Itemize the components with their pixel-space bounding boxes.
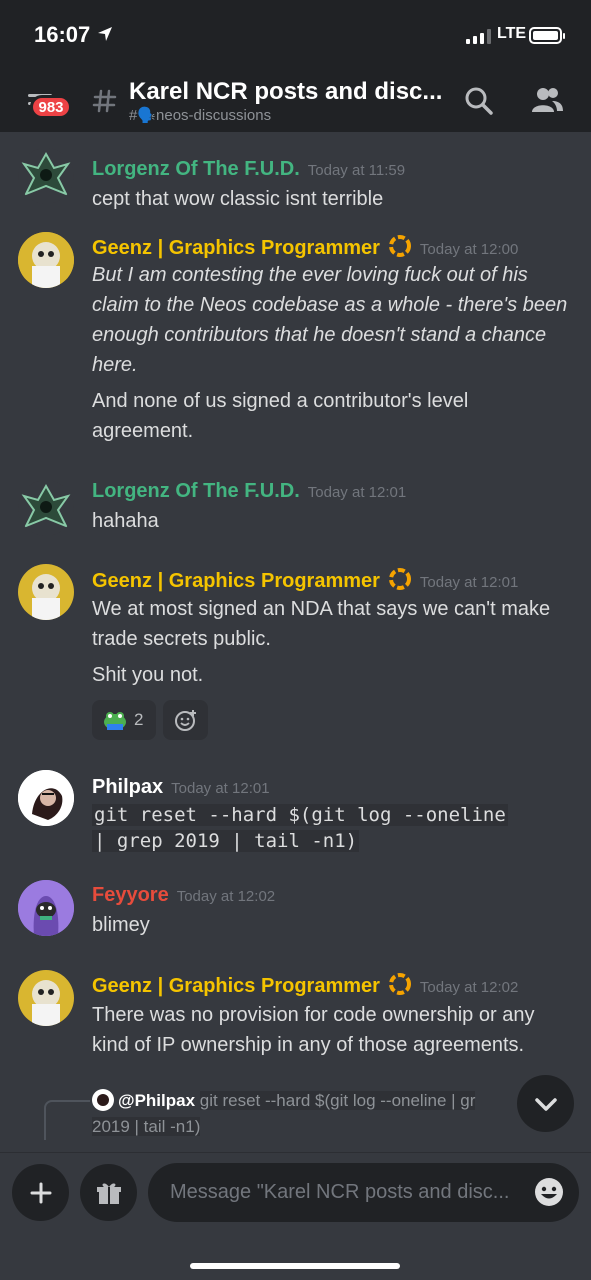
gift-icon bbox=[96, 1183, 121, 1204]
network-label: LTE bbox=[497, 25, 527, 42]
reply-preview[interactable]: @Philpax git reset --hard $(git log --on… bbox=[92, 1088, 552, 1140]
role-icon bbox=[388, 235, 411, 257]
search-icon[interactable] bbox=[462, 84, 496, 118]
reply-text: git reset --hard $(git log --oneline | g… bbox=[199, 1091, 476, 1110]
battery-icon bbox=[529, 27, 565, 44]
message-author[interactable]: Philpax Today at 12:01 bbox=[92, 776, 270, 799]
members-icon[interactable] bbox=[530, 84, 564, 118]
home-indicator bbox=[190, 1263, 400, 1269]
message-text: blimey bbox=[92, 914, 150, 936]
message-list[interactable]: Lorgenz Of The F.U.D. Today at 11:59 cept… bbox=[0, 132, 591, 1152]
plus-icon bbox=[30, 1182, 51, 1203]
message-author[interactable]: Geenz | Graphics Programmer Today at 12:0… bbox=[92, 567, 518, 593]
emoji-icon[interactable] bbox=[533, 1176, 565, 1208]
message-author[interactable]: Geenz | Graphics Programmer Today at 12:0… bbox=[92, 972, 518, 998]
message-text: We at most signed an NDA that says we ca… bbox=[92, 598, 551, 650]
add-reaction-button[interactable] bbox=[163, 700, 208, 740]
message-timestamp: Today at 12:02 bbox=[419, 979, 519, 996]
message-text: Shit you not. bbox=[92, 664, 204, 686]
location-arrow-icon bbox=[98, 27, 112, 41]
gift-button[interactable] bbox=[80, 1164, 137, 1221]
frog-emoji-icon bbox=[104, 712, 126, 730]
message-author[interactable]: Lorgenz Of The F.U.D. Today at 11:59 bbox=[92, 158, 405, 181]
role-icon bbox=[388, 973, 411, 995]
role-icon bbox=[388, 568, 411, 590]
message-timestamp: Today at 11:59 bbox=[307, 162, 406, 179]
message-timestamp: Today at 12:01 bbox=[171, 780, 270, 797]
message-text: hahaha bbox=[92, 510, 159, 532]
message-timestamp: Today at 12:01 bbox=[419, 574, 519, 591]
reaction-count: 2 bbox=[134, 710, 144, 729]
avatar[interactable] bbox=[18, 480, 74, 536]
signal-icon bbox=[466, 28, 491, 44]
chevron-down-icon bbox=[534, 1097, 557, 1111]
avatar[interactable] bbox=[18, 148, 74, 204]
status-time: 16:07 bbox=[34, 22, 91, 47]
hash-icon bbox=[92, 89, 117, 113]
message-composer bbox=[0, 1152, 591, 1280]
message-author[interactable]: Feyyore Today at 12:02 bbox=[92, 884, 275, 907]
attach-button[interactable] bbox=[12, 1164, 69, 1221]
avatar bbox=[92, 1089, 114, 1111]
reaction-pill[interactable]: 2 bbox=[92, 700, 156, 740]
avatar[interactable] bbox=[18, 770, 74, 826]
code-line: | grep 2019 | tail -n1) bbox=[92, 830, 360, 852]
message-author[interactable]: Geenz | Graphics Programmer Today at 12:0… bbox=[92, 234, 518, 260]
avatar[interactable] bbox=[18, 564, 74, 620]
reply-mention[interactable]: @Philpax bbox=[118, 1091, 195, 1110]
reply-text: 2019 | tail -n1) bbox=[92, 1117, 201, 1136]
code-block: git reset --hard $(git log --oneline | g… bbox=[92, 802, 572, 854]
code-line: git reset --hard $(git log --oneline bbox=[92, 804, 508, 826]
unread-badge: 983 bbox=[30, 95, 72, 119]
channel-subtitle: #🗣️neos-discussions bbox=[129, 107, 272, 124]
message-text: There was no provision for code ownershi… bbox=[92, 1004, 535, 1056]
message-text: cept that wow classic isnt terrible bbox=[92, 188, 384, 210]
avatar[interactable] bbox=[18, 232, 74, 288]
status-bar: 16:07 LTE bbox=[0, 0, 591, 70]
message-timestamp: Today at 12:01 bbox=[307, 484, 407, 501]
add-reaction-icon bbox=[175, 710, 196, 731]
avatar[interactable] bbox=[18, 970, 74, 1026]
message-text: And none of us signed a contributor's le… bbox=[92, 390, 469, 442]
avatar[interactable] bbox=[18, 880, 74, 936]
message-timestamp: Today at 12:02 bbox=[176, 888, 276, 905]
message-input[interactable] bbox=[148, 1163, 579, 1222]
scroll-down-button[interactable] bbox=[517, 1075, 574, 1132]
message-author[interactable]: Lorgenz Of The F.U.D. Today at 12:01 bbox=[92, 480, 406, 503]
reply-connector bbox=[44, 1100, 90, 1140]
message-text-italic: But I am contesting the ever loving fuck… bbox=[92, 264, 568, 376]
channel-title[interactable]: Karel NCR posts and disc... bbox=[129, 78, 442, 106]
message-timestamp: Today at 12:00 bbox=[419, 241, 519, 258]
